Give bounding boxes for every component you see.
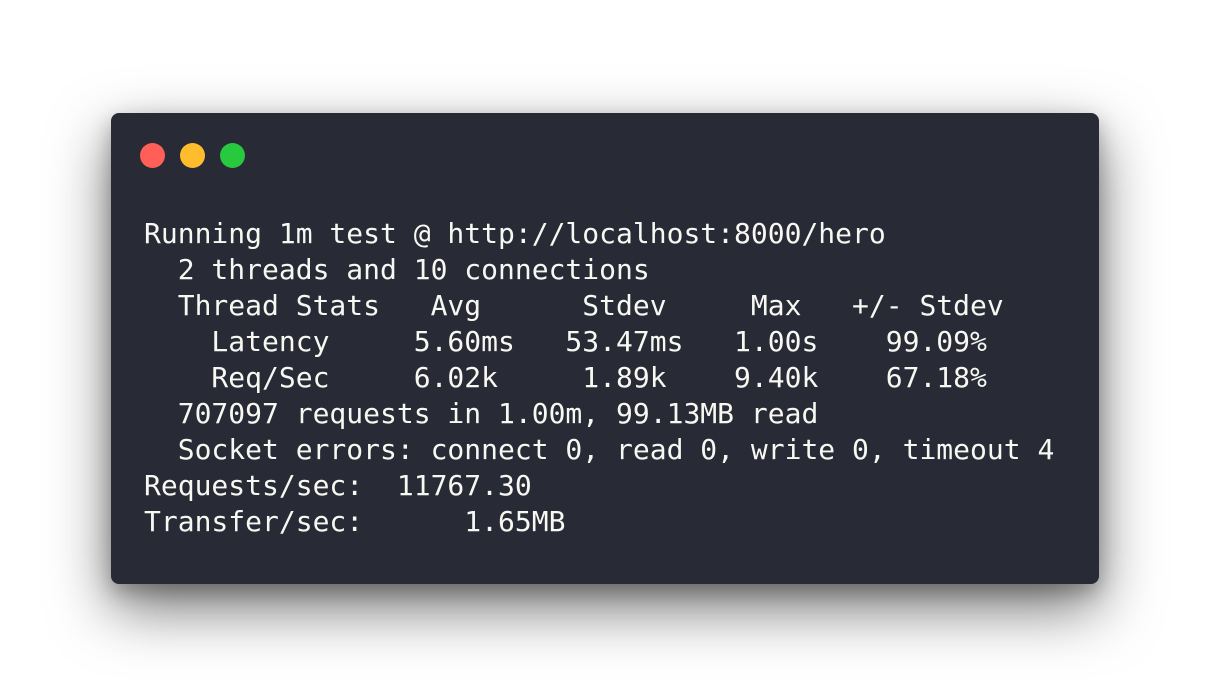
terminal-line: Thread Stats Avg Stdev Max +/- Stdev — [144, 289, 1004, 322]
minimize-button[interactable] — [180, 143, 205, 168]
terminal-line: Socket errors: connect 0, read 0, write … — [144, 433, 1055, 466]
terminal-line: Latency 5.60ms 53.47ms 1.00s 99.09% — [144, 325, 987, 358]
terminal-line: Running 1m test @ http://localhost:8000/… — [144, 217, 886, 250]
maximize-button[interactable] — [220, 143, 245, 168]
terminal-line: Requests/sec: 11767.30 — [144, 469, 532, 502]
terminal-line: 2 threads and 10 connections — [144, 253, 650, 286]
terminal-window: Running 1m test @ http://localhost:8000/… — [111, 113, 1099, 584]
window-controls — [140, 143, 245, 168]
close-button[interactable] — [140, 143, 165, 168]
terminal-line: 707097 requests in 1.00m, 99.13MB read — [144, 397, 819, 430]
terminal-line: Req/Sec 6.02k 1.89k 9.40k 67.18% — [144, 361, 987, 394]
terminal-output[interactable]: Running 1m test @ http://localhost:8000/… — [144, 216, 1054, 540]
terminal-line: Transfer/sec: 1.65MB — [144, 505, 566, 538]
